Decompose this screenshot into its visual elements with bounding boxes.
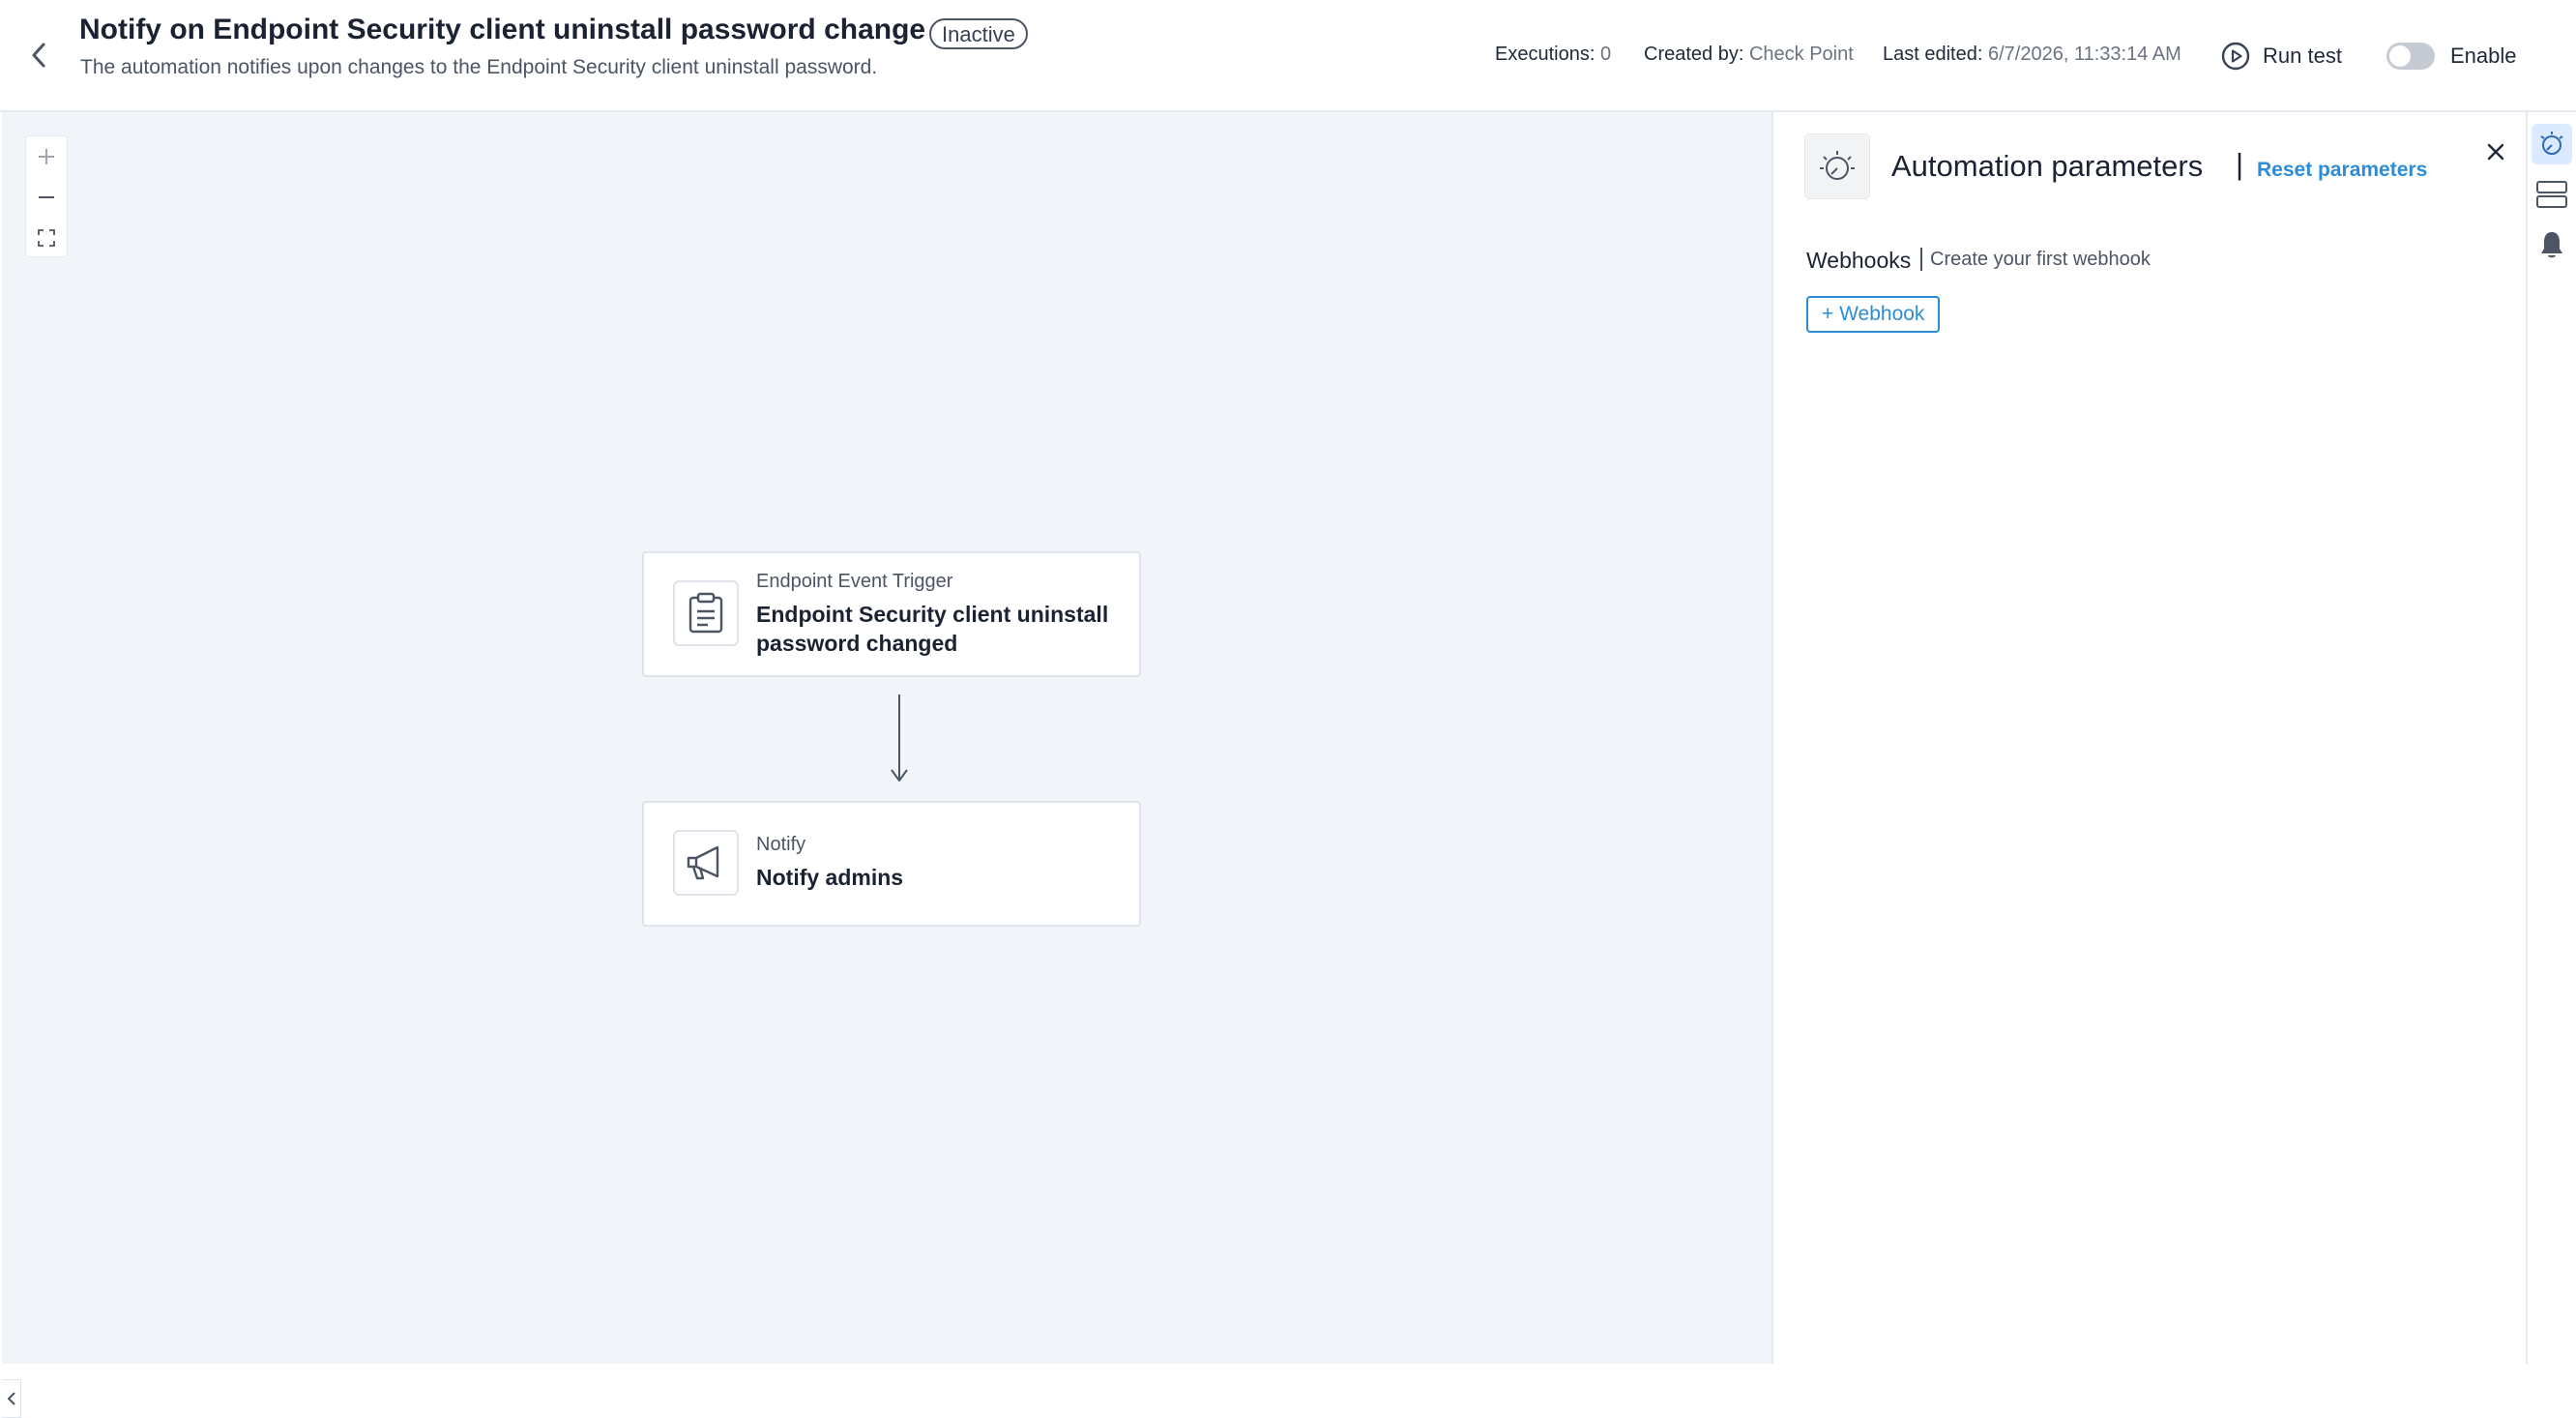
reset-parameters-link[interactable]: Reset parameters [2257,159,2427,182]
zoom-controls [25,135,68,257]
workflow-canvas[interactable]: Endpoint Event Trigger Endpoint Security… [2,112,1771,1418]
zoom-out-icon [39,196,54,198]
close-panel-button[interactable] [2479,135,2512,168]
enable-control: Enable [2386,39,2517,74]
add-webhook-button[interactable]: + Webhook [1806,296,1941,333]
webhooks-divider [1920,248,1922,271]
created-by-value: Check Point [1748,44,1854,65]
created-by-meta: Created by: Check Point [1644,44,1854,66]
close-icon [2487,143,2504,161]
fit-view-button[interactable] [26,218,67,258]
enable-label: Enable [2450,44,2517,68]
run-test-button[interactable]: Run test [2220,39,2342,74]
layout-icon [2536,181,2567,208]
megaphone-icon [687,845,719,880]
executions-value: 0 [1599,44,1612,65]
rail-layout-button[interactable] [2532,174,2572,215]
zoom-out-button[interactable] [26,177,67,218]
fit-view-icon [38,229,55,247]
clipboard-icon [688,592,723,634]
trigger-node[interactable]: Endpoint Event Trigger Endpoint Security… [642,551,1141,677]
rail-automation-parameters-button[interactable] [2532,124,2572,164]
status-badge: Inactive [929,18,1028,49]
notify-node[interactable]: Notify Notify admins [642,801,1141,927]
last-edited-meta: Last edited: 6/7/2026, 11:33:14 AM [1883,44,2181,66]
node-icon-box [673,580,739,646]
bell-icon [2541,232,2562,258]
node-type-label: Endpoint Event Trigger [756,571,953,592]
webhooks-heading: Webhooks [1806,248,1912,273]
node-name-label: Endpoint Security client uninstall passw… [756,602,1109,656]
created-by-label: Created by: [1644,44,1744,65]
right-rail [2526,112,2576,1364]
title-separator: | [2236,147,2244,181]
automation-parameters-icon [1820,151,1855,180]
collapse-sidebar-button[interactable] [2,1379,21,1418]
executions-label: Executions: [1495,44,1595,65]
webhooks-hint: Create your first webhook [1930,249,2151,270]
rail-notifications-button[interactable] [2532,224,2572,265]
page-subtitle: The automation notifies upon changes to … [80,56,878,78]
connector-arrow [891,694,908,782]
last-edited-value: 6/7/2026, 11:33:14 AM [1987,44,2181,65]
last-edited-label: Last edited: [1883,44,1983,65]
chevron-left-icon [7,1392,15,1405]
automation-parameters-panel: Automation parameters | Reset parameters… [1771,112,2526,1364]
enable-toggle[interactable] [2386,43,2435,70]
node-name-label: Notify admins [756,865,904,890]
back-button[interactable] [21,35,56,75]
zoom-in-icon [39,149,54,164]
panel-title: Automation parameters [1891,149,2204,183]
header: Notify on Endpoint Security client unins… [0,0,2576,112]
executions-meta: Executions: 0 [1495,44,1611,66]
automation-parameters-icon [2540,132,2563,155]
chevron-left-icon [32,43,45,68]
node-type-label: Notify [756,834,806,855]
page-title: Notify on Endpoint Security client unins… [79,14,926,45]
panel-icon-box [1804,133,1870,199]
zoom-in-button[interactable] [26,136,67,177]
run-test-label: Run test [2263,44,2342,68]
node-icon-box [673,830,739,896]
play-circle-icon [2221,42,2250,71]
